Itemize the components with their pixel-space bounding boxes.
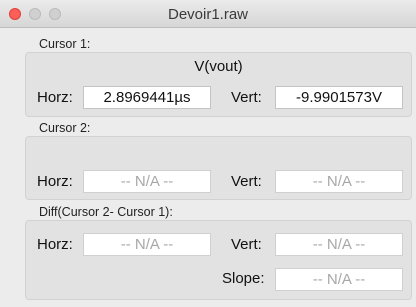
cursor2-horz-label: Horz: [37, 173, 73, 190]
cursor2-group-label: Cursor 2: [39, 121, 91, 135]
diff-slope-field[interactable]: -- N/A -- [275, 268, 403, 291]
cursor2-vert-label: Vert: [231, 173, 262, 190]
cursor1-horz-field[interactable]: 2.8969441µs [83, 86, 211, 109]
diff-group-label: Diff(Cursor 2- Cursor 1): [39, 205, 173, 219]
cursor2-horz-field[interactable]: -- N/A -- [83, 170, 211, 193]
cursor1-horz-label: Horz: [37, 89, 73, 106]
diff-horz-field[interactable]: -- N/A -- [83, 233, 211, 256]
cursor1-vert-field[interactable]: -9.9901573V [275, 86, 403, 109]
diff-vert-label: Vert: [231, 236, 262, 253]
cursor2-vert-field[interactable]: -- N/A -- [275, 170, 403, 193]
cursor1-vert-label: Vert: [231, 89, 262, 106]
cursor1-group-label: Cursor 1: [39, 37, 91, 51]
title-bar: Devoir1.raw [0, 0, 416, 28]
cursor1-signal-name: V(vout) [194, 58, 243, 75]
diff-slope-label: Slope: [222, 270, 265, 287]
diff-vert-field[interactable]: -- N/A -- [275, 233, 403, 256]
diff-horz-label: Horz: [37, 236, 73, 253]
window-title: Devoir1.raw [167, 6, 249, 23]
